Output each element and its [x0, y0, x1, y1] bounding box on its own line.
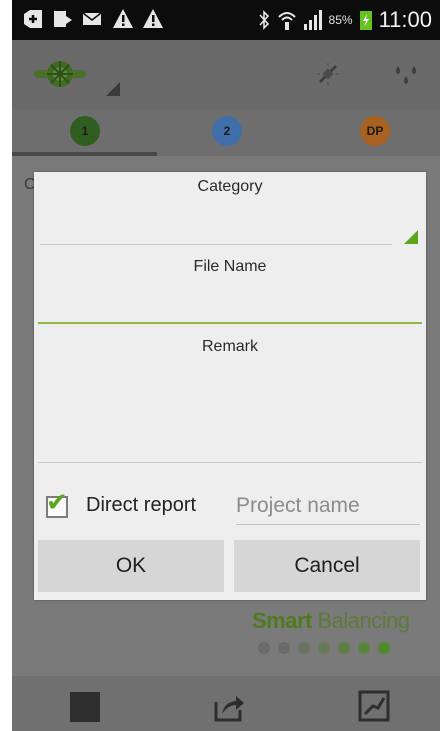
checkmark-icon: ✔ [46, 488, 68, 518]
drops-icon[interactable] [390, 58, 422, 90]
file-name-input[interactable] [38, 322, 422, 324]
tab-dp[interactable]: DP [360, 116, 390, 146]
brand-dot [318, 642, 330, 654]
ok-button[interactable]: OK [38, 540, 224, 592]
plug-icon[interactable] [314, 60, 342, 88]
remark-label: Remark [201, 338, 258, 355]
brand-dot [258, 642, 270, 654]
graph-icon[interactable] [358, 690, 390, 722]
wifi-icon [277, 12, 296, 30]
direct-report-label: Direct report [86, 494, 197, 516]
category-label: Category [197, 178, 263, 195]
brand-dot [358, 642, 370, 654]
brand-logo: Smart Balancing [252, 608, 410, 634]
category-spinner[interactable] [40, 244, 392, 245]
remark-input[interactable] [38, 462, 422, 463]
save-dialog: Category File Name Remark ✔ Direct repor… [34, 172, 426, 600]
share-icon[interactable] [212, 690, 246, 724]
project-name-input[interactable] [236, 488, 420, 525]
tab-2[interactable]: 2 [212, 116, 242, 146]
tab-1[interactable]: 1 [70, 116, 100, 146]
bluetooth-icon [258, 10, 269, 30]
valve-logo-icon[interactable] [32, 56, 88, 90]
add-icon [24, 10, 42, 28]
spinner-arrow-icon[interactable] [404, 230, 418, 244]
brand-dot [298, 642, 310, 654]
usb-icon [54, 11, 72, 27]
battery-percent: 85% [328, 13, 353, 27]
brand-dot [378, 642, 390, 654]
warning-icon [143, 9, 163, 28]
mail-icon [82, 12, 102, 25]
direct-report-checkbox[interactable]: ✔ [46, 490, 68, 518]
warning-icon [113, 9, 133, 28]
spinner-arrow-icon[interactable] [106, 82, 120, 96]
file-name-label: File Name [193, 258, 267, 275]
brand-bold: Smart [252, 608, 312, 633]
signal-icon [303, 10, 322, 30]
status-bar: 85% 11:00 [12, 0, 440, 40]
stop-icon[interactable] [70, 692, 100, 722]
bottom-bar [12, 676, 440, 731]
cancel-button[interactable]: Cancel [234, 540, 420, 592]
battery-icon [359, 11, 372, 30]
clock: 11:00 [378, 7, 432, 32]
phone-screen: 85% 11:00 1 2 DP C Smart Balancing Categ… [12, 0, 440, 731]
brand-dot [338, 642, 350, 654]
brand-dot [278, 642, 290, 654]
brand-dots [258, 642, 390, 654]
brand-regular: Balancing [311, 608, 410, 633]
action-bar [12, 40, 440, 110]
